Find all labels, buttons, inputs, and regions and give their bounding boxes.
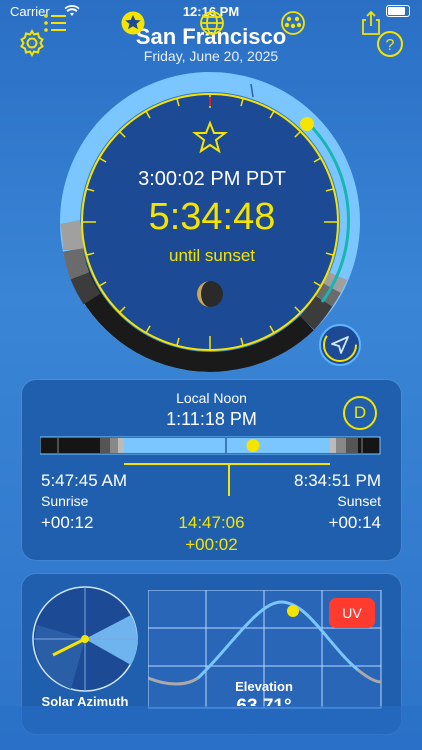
battery-icon	[386, 5, 410, 17]
dst-badge[interactable]: D	[343, 396, 377, 430]
local-noon-label: Local Noon	[176, 390, 247, 406]
elevation-value: 63.71°	[148, 696, 380, 706]
sunglasses-icon[interactable]	[280, 10, 306, 36]
day-length: 14:47:06	[178, 513, 245, 532]
countdown-time: 5:34:48	[148, 196, 276, 238]
elevation-label: Elevation	[235, 679, 293, 694]
date-label: Friday, June 20, 2025	[143, 48, 279, 64]
list-icon[interactable]	[42, 10, 68, 36]
location-arrow-icon[interactable]	[318, 323, 362, 367]
globe-icon[interactable]	[199, 10, 225, 36]
uv-button[interactable]: UV	[329, 598, 375, 628]
sunset-label: Sunset	[337, 493, 381, 509]
star-tab-icon[interactable]	[120, 10, 146, 36]
sunset-time: 8:34:51 PM	[294, 471, 381, 490]
countdown-caption: until sunset	[169, 246, 255, 265]
solar-azimuth-label: Solar Azimuth	[41, 694, 129, 706]
dial-clock-time: 3:00:02 PM PDT	[138, 168, 286, 190]
day-length-delta: +00:02	[185, 535, 238, 554]
solar-azimuth-compass	[32, 586, 138, 692]
sunrise-label: Sunrise	[41, 493, 89, 509]
svg-text:?: ?	[386, 37, 395, 54]
sunrise-time: 5:47:45 AM	[41, 471, 128, 490]
tab-bar	[0, 706, 422, 750]
share-icon[interactable]	[358, 10, 384, 36]
